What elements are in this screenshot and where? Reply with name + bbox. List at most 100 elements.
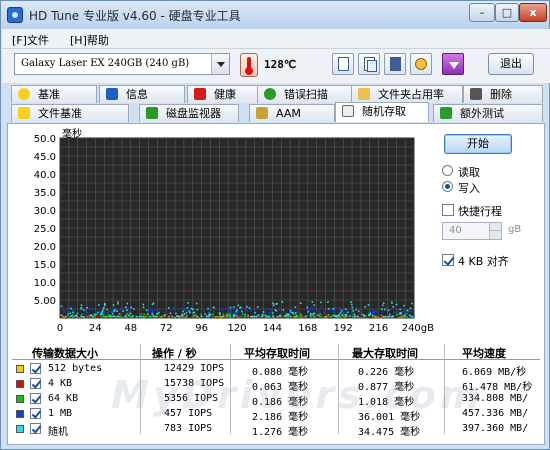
options-button[interactable] bbox=[410, 53, 432, 75]
short-stroke-unit: gB bbox=[508, 224, 522, 235]
scatter-point bbox=[231, 307, 234, 309]
chevron-down-icon[interactable] bbox=[211, 54, 229, 74]
scatter-point bbox=[360, 315, 362, 317]
scatter-point bbox=[141, 315, 144, 318]
row-size: 4 KB bbox=[48, 378, 73, 389]
scatter-point bbox=[338, 306, 341, 309]
save-button[interactable] bbox=[384, 53, 406, 75]
close-button[interactable]: x bbox=[519, 3, 547, 22]
tab-extra-tests[interactable]: 额外测试 bbox=[433, 104, 543, 122]
scatter-point bbox=[241, 313, 244, 315]
tab-disk-monitor[interactable]: 磁盘监视器 bbox=[139, 104, 239, 122]
minimize-button[interactable]: – bbox=[469, 3, 495, 22]
scatter-point bbox=[67, 313, 69, 316]
scatter-point bbox=[62, 309, 65, 311]
health-cross-icon bbox=[194, 88, 206, 100]
read-radio-dot[interactable] bbox=[442, 165, 453, 176]
scatter-point bbox=[177, 315, 180, 317]
scatter-point bbox=[180, 315, 183, 317]
scatter-point bbox=[93, 315, 96, 318]
menu-help[interactable]: [H]帮助 bbox=[70, 32, 109, 48]
tab-info[interactable]: 信息 bbox=[99, 85, 185, 103]
scatter-point bbox=[80, 315, 82, 317]
stepper-up-icon[interactable] bbox=[489, 223, 501, 231]
scatter-point bbox=[119, 307, 122, 310]
speaker-icon bbox=[256, 107, 268, 119]
scatter-point bbox=[147, 308, 150, 311]
scatter-point bbox=[68, 307, 70, 310]
scatter-point bbox=[169, 308, 171, 311]
scatter-point bbox=[204, 313, 206, 315]
scatter-point bbox=[264, 311, 266, 314]
scatter-point bbox=[388, 315, 390, 318]
scatter-point bbox=[345, 315, 347, 318]
col-size-header: 传输数据大小 bbox=[32, 347, 98, 360]
menu-file[interactable]: [F]文件 bbox=[12, 32, 49, 48]
copy-info-button[interactable] bbox=[332, 53, 354, 75]
title-bar[interactable]: HD Tune 专业版 v4.60 - 硬盘专业工具 – □ x bbox=[1, 1, 549, 29]
tab-file-benchmark[interactable]: 文件基准 bbox=[11, 104, 129, 122]
scatter-point bbox=[221, 309, 224, 311]
y-tick-label: 30.0 bbox=[34, 206, 56, 217]
scatter-point bbox=[222, 313, 225, 315]
scatter-point bbox=[92, 308, 94, 311]
scatter-point bbox=[169, 312, 172, 315]
scatter-point bbox=[98, 304, 100, 306]
scatter-point bbox=[196, 308, 199, 311]
scatter-point bbox=[193, 311, 196, 314]
scatter-point bbox=[117, 301, 119, 303]
tab-extra-tests-label: 额外测试 bbox=[460, 107, 504, 120]
write-radio[interactable]: 写入 bbox=[442, 180, 522, 195]
exit-button[interactable]: 退出 bbox=[488, 53, 534, 75]
scatter-point bbox=[70, 307, 72, 310]
y-tick-label: 5.00 bbox=[34, 296, 56, 307]
scatter-point bbox=[410, 315, 413, 318]
tab-error-scan[interactable]: 错误扫描 bbox=[257, 85, 357, 103]
drive-select-value: Galaxy Laser EX 240GB (240 gB) bbox=[21, 58, 190, 69]
scatter-point bbox=[246, 305, 248, 308]
series-toggle-checkbox[interactable] bbox=[30, 363, 41, 374]
tab-aam[interactable]: AAM bbox=[249, 104, 335, 122]
series-color-swatch bbox=[16, 410, 24, 418]
row-size: 1 MB bbox=[48, 408, 73, 419]
copy-screenshot-button[interactable] bbox=[358, 53, 380, 75]
download-button[interactable] bbox=[442, 53, 464, 75]
maximize-button[interactable]: □ bbox=[495, 3, 519, 22]
scatter-point bbox=[229, 308, 232, 311]
row-speed: 397.360 MB/ bbox=[462, 423, 529, 434]
scatter-point bbox=[286, 313, 289, 316]
bulb-icon bbox=[18, 88, 30, 100]
align-4kb-checkbox[interactable] bbox=[442, 254, 454, 266]
scatter-point bbox=[333, 310, 335, 313]
row-max: 1.018 毫秒 bbox=[358, 397, 415, 408]
read-radio[interactable]: 读取 bbox=[442, 164, 522, 179]
series-toggle-checkbox[interactable] bbox=[30, 378, 41, 389]
y-tick-label: 20.0 bbox=[34, 242, 56, 253]
tab-folder-usage[interactable]: 文件夹占用率 bbox=[351, 85, 463, 103]
scatter-point bbox=[384, 315, 387, 318]
scatter-point bbox=[278, 308, 280, 311]
scatter-point bbox=[108, 310, 110, 313]
write-radio-dot[interactable] bbox=[442, 181, 453, 192]
y-tick-label: 10.0 bbox=[34, 278, 56, 289]
series-toggle-checkbox[interactable] bbox=[30, 408, 41, 419]
short-stroke-stepper[interactable]: 40 bbox=[442, 222, 502, 240]
scatter-point bbox=[185, 311, 188, 314]
series-toggle-checkbox[interactable] bbox=[30, 423, 41, 434]
scatter-point bbox=[351, 303, 353, 306]
short-stroke-checkbox[interactable] bbox=[442, 204, 454, 216]
scatter-point bbox=[229, 310, 232, 313]
start-button[interactable]: 开始 bbox=[444, 134, 512, 154]
series-toggle-checkbox[interactable] bbox=[30, 393, 41, 404]
series-color-swatch bbox=[16, 365, 24, 373]
drive-select[interactable]: Galaxy Laser EX 240GB (240 gB) bbox=[14, 53, 230, 75]
tab-random-access[interactable]: 随机存取 bbox=[335, 102, 429, 122]
scatter-point bbox=[315, 307, 317, 309]
scatter-point bbox=[244, 316, 247, 318]
scatter-point bbox=[307, 310, 310, 313]
tab-benchmark[interactable]: 基准 bbox=[11, 85, 97, 103]
tab-erase[interactable]: 删除 bbox=[463, 85, 543, 103]
extra-test-icon bbox=[440, 107, 452, 119]
stepper-down-icon[interactable] bbox=[489, 231, 501, 239]
scatter-point bbox=[279, 314, 282, 317]
